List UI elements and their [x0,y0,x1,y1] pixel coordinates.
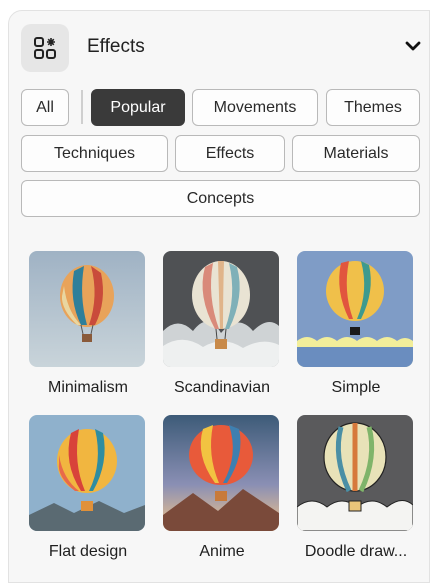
style-tile-doodle-drawing[interactable]: Doodle draw... [297,415,415,561]
style-label: Minimalism [48,379,128,396]
style-tile-minimalism[interactable]: Minimalism [29,251,147,397]
effects-header[interactable]: Effects [21,21,421,75]
style-tile-simple[interactable]: Simple [297,251,415,397]
panel-title: Effects [87,36,145,57]
style-label: Anime [199,543,245,560]
style-tile-scandinavian[interactable]: Scandinavian [163,251,281,397]
style-thumbnail [297,415,413,531]
filter-popular[interactable]: Popular [91,89,185,126]
style-tile-anime[interactable]: Anime [163,415,281,561]
style-label: Doodle draw... [304,543,408,560]
filter-concepts[interactable]: Concepts [21,180,420,217]
style-thumbnail [163,251,279,367]
style-label: Scandinavian [173,379,271,396]
style-thumbnail [297,251,413,367]
effects-panel: Effects All Popular Movements Themes Tec… [8,10,430,583]
filter-techniques[interactable]: Techniques [21,135,168,172]
effects-grid-icon [21,24,69,72]
filter-materials[interactable]: Materials [292,135,420,172]
filter-themes[interactable]: Themes [326,89,420,126]
filter-effects[interactable]: Effects [175,135,285,172]
filter-divider [81,90,83,124]
style-thumbnail [29,251,145,367]
style-tile-flat-design[interactable]: Flat design [29,415,147,561]
style-thumbnail [29,415,145,531]
filter-all[interactable]: All [21,89,69,126]
style-thumbnail [163,415,279,531]
style-label: Simple [331,379,381,396]
chevron-down-icon[interactable] [405,40,421,52]
style-label: Flat design [48,543,128,560]
filter-movements[interactable]: Movements [192,89,318,126]
